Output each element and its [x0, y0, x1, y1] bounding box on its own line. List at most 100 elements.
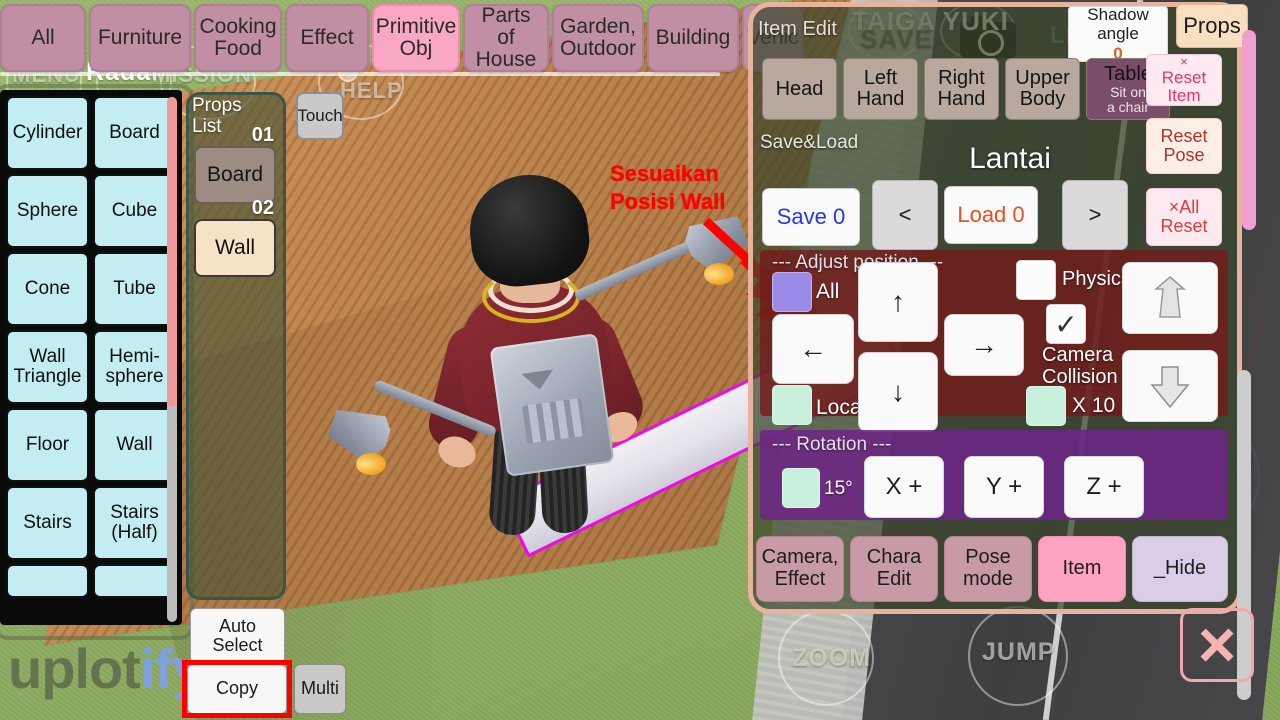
- reset-pose-label: Reset Pose: [1160, 125, 1208, 165]
- mode-label: Chara Edit: [866, 546, 922, 590]
- rotate-z-button[interactable]: Z +: [1064, 456, 1144, 518]
- jump-button-ring[interactable]: [968, 606, 1068, 706]
- primitive-next-row-a[interactable]: [6, 564, 89, 598]
- auto-select-button[interactable]: Auto Select: [190, 608, 285, 664]
- multiplier-label: X 10: [1072, 394, 1116, 417]
- tab-furniture[interactable]: Furniture: [89, 4, 191, 72]
- move-left-button[interactable]: ←: [772, 314, 854, 384]
- next-slot-button[interactable]: >: [1062, 180, 1128, 250]
- move-up-icon: ↑: [891, 286, 905, 317]
- primitive-label: Sphere: [16, 200, 79, 222]
- reset-item-button[interactable]: × Reset Item: [1146, 54, 1222, 106]
- primitive-stairs-half[interactable]: Stairs (Half): [93, 486, 176, 560]
- tab-label: Garden, Outdoor: [560, 14, 636, 60]
- move-right-button[interactable]: →: [944, 314, 1024, 376]
- tab-label: Effect: [300, 25, 354, 49]
- move-down-button[interactable]: ↓: [858, 352, 938, 432]
- multi-button[interactable]: Multi: [294, 664, 346, 714]
- tab-primitive-obj[interactable]: Primitive Obj: [372, 4, 460, 72]
- next-slot-label: >: [1088, 202, 1102, 227]
- raise-object-button[interactable]: [1122, 262, 1218, 334]
- camera-collision-checkbox[interactable]: ✓: [1046, 304, 1086, 344]
- all-reset-label: ×All Reset: [1160, 196, 1208, 236]
- multiplier-toggle[interactable]: [1026, 386, 1066, 426]
- primitive-wall-triangle[interactable]: Wall Triangle: [6, 330, 89, 404]
- props-item-button[interactable]: Wall: [194, 219, 276, 277]
- rotate-x-label: X +: [885, 473, 923, 500]
- body-part-head[interactable]: Head: [762, 58, 837, 120]
- props-list-item-01[interactable]: 01 Board: [194, 124, 276, 204]
- save-slot-button[interactable]: Save 0: [762, 188, 860, 246]
- mode-camera-effect[interactable]: Camera, Effect: [756, 536, 844, 602]
- lower-object-button[interactable]: [1122, 350, 1218, 422]
- tab-parts-of-house[interactable]: Parts of House: [463, 4, 549, 72]
- panel-scrollbar-top[interactable]: [1242, 30, 1256, 230]
- tab-cooking-food[interactable]: Cooking Food: [194, 4, 282, 72]
- prev-slot-button[interactable]: <: [872, 180, 938, 250]
- zoom-button-ring[interactable]: [778, 610, 874, 706]
- adjust-all-toggle[interactable]: [772, 272, 812, 312]
- mode-bar[interactable]: Camera, Effect Chara Edit Pose mode Item…: [756, 536, 1228, 602]
- props-item-button[interactable]: Board: [194, 146, 276, 204]
- mode-item[interactable]: Item: [1038, 536, 1126, 602]
- character-hair: [464, 169, 594, 291]
- primitive-sphere[interactable]: Sphere: [6, 174, 89, 248]
- primitive-tube[interactable]: Tube: [93, 252, 176, 326]
- primitive-object-panel[interactable]: Cylinder Board Sphere Cube Cone Tube Wal…: [0, 90, 182, 625]
- props-button[interactable]: Props: [1176, 4, 1248, 48]
- mode-hide[interactable]: _Hide: [1132, 536, 1228, 602]
- shadow-angle-label: Shadow angle: [1087, 4, 1149, 44]
- mode-chara-edit[interactable]: Chara Edit: [850, 536, 938, 602]
- body-part-right-hand[interactable]: Right Hand: [924, 58, 999, 120]
- watermark-part-a: uplot: [8, 637, 141, 700]
- tab-effect[interactable]: Effect: [285, 4, 369, 72]
- multi-label: Multi: [300, 678, 339, 699]
- primitive-hemisphere[interactable]: Hemi- sphere: [93, 330, 176, 404]
- props-list-item-02[interactable]: 02 Wall: [194, 197, 276, 277]
- primitive-label: Stairs (Half): [110, 502, 159, 543]
- copy-button-highlight-box: [182, 660, 292, 718]
- body-part-left-hand[interactable]: Left Hand: [843, 58, 918, 120]
- rotation-step-toggle[interactable]: [782, 468, 820, 508]
- mode-pose-mode[interactable]: Pose mode: [944, 536, 1032, 602]
- auto-select-label: Auto Select: [212, 615, 263, 655]
- watermark: uplotify: [8, 636, 203, 701]
- reset-item-label: Reset Item: [1161, 67, 1207, 105]
- thruster-flame: [356, 453, 386, 475]
- touch-mode-button[interactable]: Touch: [296, 92, 344, 140]
- tab-garden-outdoor[interactable]: Garden, Outdoor: [552, 4, 644, 72]
- rotate-x-button[interactable]: X +: [864, 456, 944, 518]
- primitive-board[interactable]: Board: [93, 96, 176, 170]
- tab-building[interactable]: Building: [647, 4, 739, 72]
- primitive-floor[interactable]: Floor: [6, 408, 89, 482]
- category-tab-bar[interactable]: All Furniture Cooking Food Effect Primit…: [0, 4, 804, 76]
- physics-checkbox[interactable]: [1016, 260, 1056, 300]
- all-reset-button[interactable]: ×All Reset: [1146, 188, 1222, 246]
- body-part-row[interactable]: Head Left Hand Right Hand Upper Body Tab…: [762, 58, 1170, 120]
- reset-pose-button[interactable]: Reset Pose: [1146, 118, 1222, 174]
- primitive-cylinder[interactable]: Cylinder: [6, 96, 89, 170]
- mode-label: Item: [1062, 557, 1102, 580]
- body-part-label: Right Hand: [937, 67, 986, 110]
- primitive-cube[interactable]: Cube: [93, 174, 176, 248]
- primitive-label: Wall Triangle: [13, 346, 82, 387]
- primitive-stairs[interactable]: Stairs: [6, 486, 89, 560]
- tab-all[interactable]: All: [0, 4, 86, 72]
- move-up-button[interactable]: ↑: [858, 262, 938, 342]
- close-button[interactable]: ×: [1180, 608, 1254, 682]
- primitive-label: Cylinder: [12, 122, 83, 144]
- annotation-line-2: Posisi Wall: [610, 188, 726, 214]
- load-slot-button[interactable]: Load 0: [944, 186, 1038, 244]
- item-edit-title: Item Edit: [758, 18, 837, 40]
- primitive-next-row-b[interactable]: [93, 564, 176, 598]
- primitive-wall[interactable]: Wall: [93, 408, 176, 482]
- save-slot-label: Save 0: [776, 204, 846, 229]
- adjust-local-toggle[interactable]: [772, 385, 812, 425]
- props-item-label: Board: [206, 163, 264, 186]
- body-part-upper-body[interactable]: Upper Body: [1005, 58, 1080, 120]
- primitive-scrollbar-thumb[interactable]: [167, 97, 177, 407]
- tab-label: Furniture: [97, 25, 183, 49]
- rotate-y-button[interactable]: Y +: [964, 456, 1044, 518]
- move-left-icon: ←: [799, 333, 827, 364]
- primitive-cone[interactable]: Cone: [6, 252, 89, 326]
